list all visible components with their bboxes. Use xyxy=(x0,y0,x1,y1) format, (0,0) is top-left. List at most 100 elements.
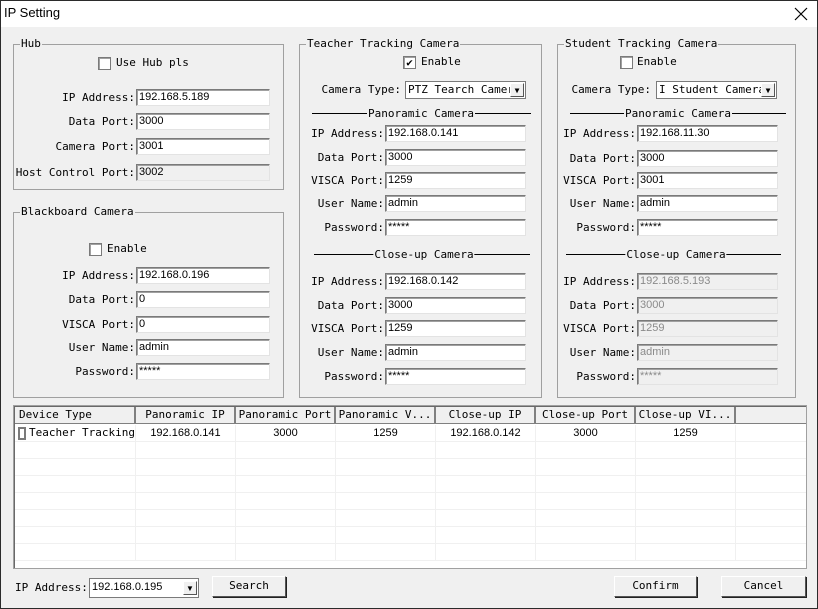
use-hub-label: Use Hub pls xyxy=(116,56,189,69)
table-cell: 1259 xyxy=(336,425,436,441)
table-body: Teacher Tracking 192.168.0.141 3000 1259 192… xyxy=(15,425,806,561)
teacher-camera-type-value: PTZ Tearch Camer: xyxy=(408,83,521,96)
table-cell xyxy=(636,459,736,475)
column-header[interactable]: Close-up IP xyxy=(436,407,536,424)
student-closeup-field-input[interactable]: 1259 xyxy=(637,320,778,337)
row-checkbox[interactable] xyxy=(18,426,27,440)
table-row[interactable]: Teacher Tracking 192.168.0.141 3000 1259 192… xyxy=(15,425,806,442)
table-cell: 1259 xyxy=(636,425,736,441)
table-cell xyxy=(336,527,436,543)
column-header[interactable]: Device Type xyxy=(15,407,136,424)
student-closeup-field-input[interactable]: 3000 xyxy=(637,297,778,314)
search-button[interactable]: Search xyxy=(212,576,286,597)
table-cell xyxy=(236,442,336,458)
student-camera-type-select[interactable]: I Student Camera ▼ xyxy=(656,81,777,99)
table-cell xyxy=(236,459,336,475)
column-header[interactable]: Close-up VI... xyxy=(636,407,736,424)
blackboard-field-label: Password: xyxy=(75,365,135,378)
chevron-down-icon[interactable]: ▼ xyxy=(761,83,775,97)
window-title: IP Setting xyxy=(4,5,61,20)
teacher-closeup-field-label: IP Address: xyxy=(311,275,384,288)
empty-row xyxy=(15,442,806,459)
footer-ip-value: 192.168.0.195 xyxy=(92,581,163,593)
blackboard-field-label: IP Address: xyxy=(62,269,135,282)
hub-field-label: Host Control Port: xyxy=(15,166,135,179)
teacher-enable-checkbox[interactable]: ✔ xyxy=(403,56,416,69)
hub-field-label: IP Address: xyxy=(62,91,135,104)
blackboard-enable-checkbox[interactable] xyxy=(89,243,102,256)
column-header[interactable]: Panoramic V... xyxy=(336,407,436,424)
teacher-closeup-field-label: VISCA Port: xyxy=(311,322,384,335)
student-panoramic-field-label: VISCA Port: xyxy=(563,174,636,187)
table-cell xyxy=(136,493,236,509)
hub-field-input[interactable]: 192.168.5.189 xyxy=(136,89,270,106)
blackboard-field-label: Data Port: xyxy=(68,293,135,306)
device-table[interactable]: Device Type Panoramic IP Panoramic Port Pan… xyxy=(13,405,807,569)
table-cell xyxy=(15,459,136,475)
table-cell xyxy=(736,425,806,441)
student-panoramic-field-input[interactable]: 3001 xyxy=(637,172,778,189)
table-cell xyxy=(436,493,536,509)
table-cell xyxy=(236,527,336,543)
close-button[interactable] xyxy=(785,1,817,27)
teacher-panoramic-field-label: Data Port: xyxy=(317,151,384,164)
teacher-closeup-field-label: Data Port: xyxy=(317,299,384,312)
table-cell xyxy=(236,510,336,526)
column-header[interactable]: Close-up Port xyxy=(536,407,636,424)
student-closeup-field-input[interactable]: 192.168.5.193 xyxy=(637,273,778,290)
student-enable-checkbox[interactable] xyxy=(620,56,633,69)
student-group-title: Student Tracking Camera xyxy=(564,37,719,51)
student-panoramic-field-input[interactable]: ***** xyxy=(637,219,778,236)
column-header[interactable]: Panoramic IP xyxy=(136,407,236,424)
student-panoramic-field-input[interactable]: admin xyxy=(637,195,778,212)
student-enable-label: Enable xyxy=(637,55,677,68)
blackboard-group-title: Blackboard Camera xyxy=(20,205,135,219)
chevron-down-icon[interactable]: ▼ xyxy=(183,581,197,595)
empty-row xyxy=(15,493,806,510)
student-closeup-title: Close-up Camera xyxy=(625,248,727,261)
student-closeup-field-label: Password: xyxy=(576,370,636,383)
student-panoramic-title: Panoramic Camera xyxy=(624,107,732,120)
table-cell xyxy=(436,527,536,543)
teacher-camera-type-select[interactable]: PTZ Tearch Camer: ▼ xyxy=(405,81,526,99)
table-cell xyxy=(736,459,806,475)
empty-row xyxy=(15,544,806,561)
table-cell xyxy=(736,493,806,509)
student-closeup-field-input[interactable]: ***** xyxy=(637,368,778,385)
table-cell xyxy=(236,544,336,560)
confirm-button[interactable]: Confirm xyxy=(614,576,697,597)
cancel-button[interactable]: Cancel xyxy=(721,576,806,597)
table-cell xyxy=(736,442,806,458)
table-cell xyxy=(736,527,806,543)
footer-ip-select[interactable]: 192.168.0.195 ▼ xyxy=(89,578,199,598)
student-panoramic-field-input[interactable]: 3000 xyxy=(637,150,778,167)
table-cell xyxy=(15,493,136,509)
teacher-panoramic-field-label: IP Address: xyxy=(311,127,384,140)
table-cell xyxy=(636,510,736,526)
ip-setting-dialog: IP Setting Hub Use Hub pls IP Address: 19… xyxy=(0,0,818,609)
column-header[interactable]: Panoramic Port xyxy=(236,407,336,424)
empty-row xyxy=(15,476,806,493)
check-mark-icon: ✔ xyxy=(406,56,413,69)
student-panoramic-field-input[interactable]: 192.168.11.30 xyxy=(637,125,778,142)
teacher-camera-type-label: Camera Type: xyxy=(321,83,401,96)
table-cell xyxy=(236,476,336,492)
student-camera-type-label: Camera Type: xyxy=(571,83,651,96)
use-hub-checkbox[interactable] xyxy=(98,57,111,70)
table-cell xyxy=(636,476,736,492)
teacher-panoramic-field-label: User Name: xyxy=(317,197,384,210)
student-closeup-field-label: IP Address: xyxy=(563,275,636,288)
table-cell xyxy=(436,442,536,458)
teacher-panoramic-title: Panoramic Camera xyxy=(367,107,475,120)
table-cell xyxy=(15,544,136,560)
table-header: Device Type Panoramic IP Panoramic Port Pan… xyxy=(15,407,806,424)
column-header-filler xyxy=(736,407,806,424)
blackboard-field-label: VISCA Port: xyxy=(62,318,135,331)
student-closeup-field-input[interactable]: admin xyxy=(637,344,778,361)
table-cell xyxy=(536,476,636,492)
teacher-closeup-field-label: Password: xyxy=(324,370,384,383)
table-cell xyxy=(536,442,636,458)
student-camera-type-value: I Student Camera xyxy=(659,83,765,96)
chevron-down-icon[interactable]: ▼ xyxy=(510,83,524,97)
table-cell: 192.168.0.142 xyxy=(436,425,536,441)
